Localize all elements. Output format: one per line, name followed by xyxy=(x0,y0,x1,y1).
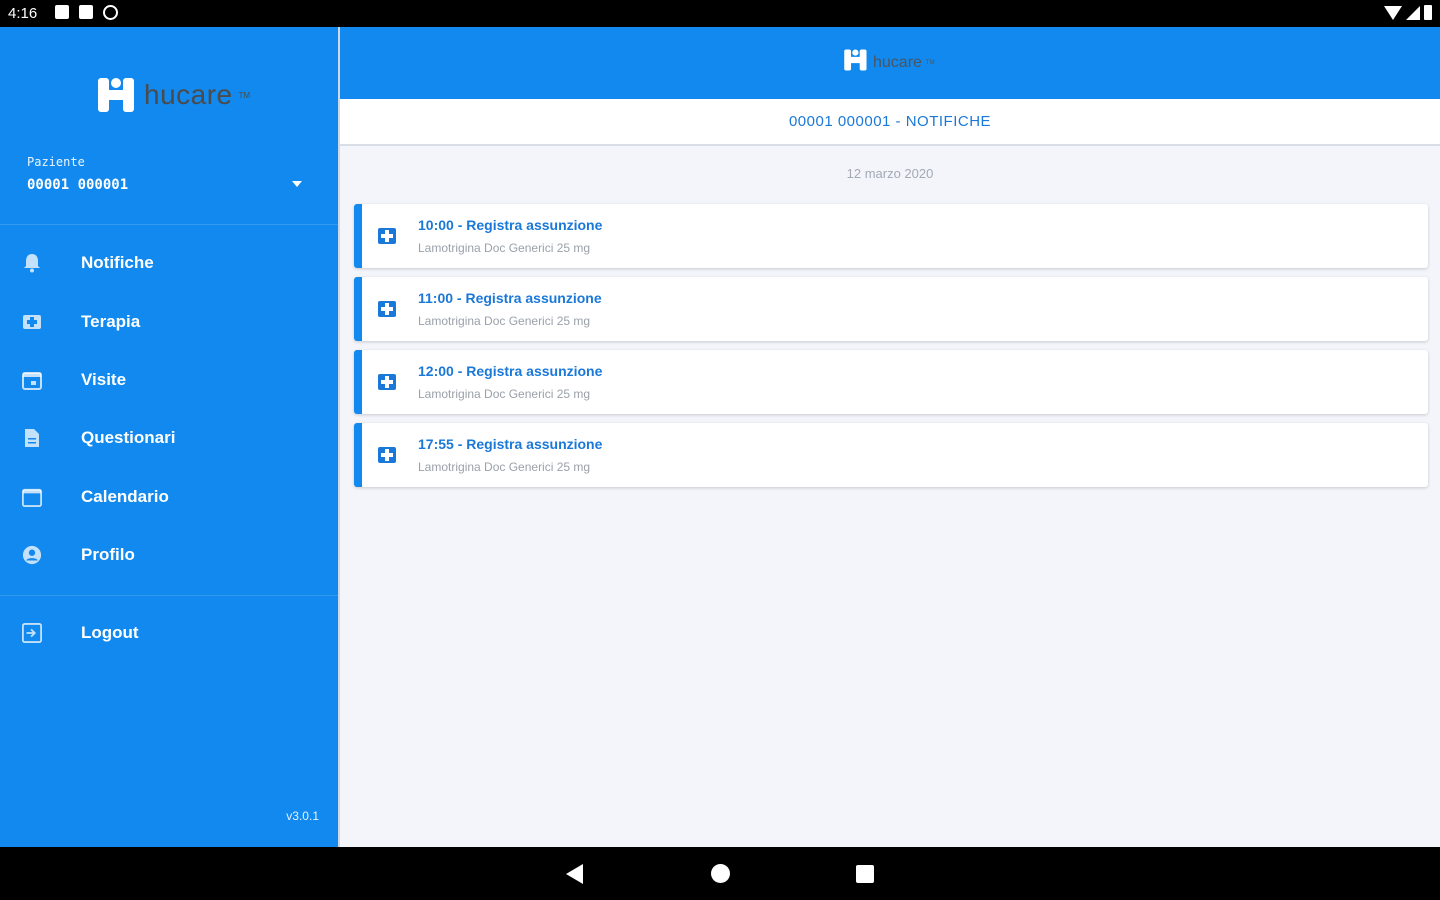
notification-card[interactable]: 12:00 - Registra assunzione Lamotrigina … xyxy=(354,350,1428,414)
system-navigation-bar xyxy=(0,847,1440,900)
menu-item-profilo[interactable]: Profilo xyxy=(0,526,338,584)
logo-trademark: TM xyxy=(238,90,251,100)
menu-item-visite[interactable]: Visite xyxy=(0,351,338,409)
menu-label: Notifiche xyxy=(81,253,154,273)
back-icon[interactable] xyxy=(566,864,583,884)
notification-title: 17:55 - Registra assunzione xyxy=(418,436,603,452)
hucare-logo-icon xyxy=(96,74,138,116)
patient-label: Paziente xyxy=(27,155,85,169)
wifi-icon xyxy=(1384,5,1402,20)
pill-icon xyxy=(22,312,42,332)
logout-icon xyxy=(22,623,42,643)
notification-app-icon xyxy=(55,5,69,19)
pill-icon xyxy=(376,225,398,247)
menu-item-notifiche[interactable]: Notifiche xyxy=(0,234,338,292)
logo-text: hucare xyxy=(144,79,233,110)
status-time: 4:16 xyxy=(8,5,38,22)
document-icon xyxy=(22,428,42,448)
page-header: 00001 000001 - NOTIFICHE xyxy=(340,99,1440,146)
logout-button[interactable]: Logout xyxy=(0,604,338,662)
appbar-logo-text: hucare xyxy=(873,53,922,71)
drawer-menu: Notifiche Terapia Visite Questionari Cal… xyxy=(0,234,338,584)
bell-icon xyxy=(22,253,42,273)
recent-apps-icon[interactable] xyxy=(856,865,874,883)
notification-card[interactable]: 17:55 - Registra assunzione Lamotrigina … xyxy=(354,423,1428,487)
notification-icons xyxy=(55,5,118,20)
notification-subtitle: Lamotrigina Doc Generici 25 mg xyxy=(418,387,591,401)
notification-title: 12:00 - Registra assunzione xyxy=(418,363,603,379)
notification-subtitle: Lamotrigina Doc Generici 25 mg xyxy=(418,241,591,255)
menu-item-calendario[interactable]: Calendario xyxy=(0,468,338,526)
appbar-logo: hucare TM xyxy=(843,47,935,78)
menu-label: Terapia xyxy=(81,311,141,331)
notification-card[interactable]: 11:00 - Registra assunzione Lamotrigina … xyxy=(354,277,1428,341)
app-version: v3.0.1 xyxy=(286,809,319,823)
main-panel: hucare TM 00001 000001 - NOTIFICHE 12 ma… xyxy=(338,27,1440,847)
patient-value: 00001 000001 xyxy=(27,177,129,193)
pill-icon xyxy=(376,444,398,466)
hucare-logo-icon xyxy=(843,47,869,78)
account-icon xyxy=(22,545,42,565)
notification-list: 10:00 - Registra assunzione Lamotrigina … xyxy=(354,204,1428,496)
drawer-divider xyxy=(0,224,338,225)
page-title: 00001 000001 - NOTIFICHE xyxy=(788,113,992,130)
sd-card-icon xyxy=(79,5,93,19)
calendar-visit-icon xyxy=(22,370,42,390)
date-label: 12 marzo 2020 xyxy=(846,166,934,181)
notification-title: 10:00 - Registra assunzione xyxy=(418,217,603,233)
notification-title: 11:00 - Registra assunzione xyxy=(418,290,602,306)
signal-icon xyxy=(1406,5,1420,20)
pill-icon xyxy=(376,371,398,393)
pill-icon xyxy=(376,298,398,320)
patient-selector[interactable]: Paziente 00001 000001 xyxy=(27,155,312,193)
status-bar: 4:16 xyxy=(0,0,1440,27)
notification-subtitle: Lamotrigina Doc Generici 25 mg xyxy=(418,314,591,328)
system-icons xyxy=(1384,5,1432,20)
app-bar: hucare TM xyxy=(340,27,1440,99)
menu-label: Calendario xyxy=(81,486,169,506)
menu-item-questionari[interactable]: Questionari xyxy=(0,409,338,467)
home-icon[interactable] xyxy=(711,864,730,883)
menu-item-terapia[interactable]: Terapia xyxy=(0,292,338,350)
menu-label: Questionari xyxy=(81,428,176,448)
calendar-icon xyxy=(22,487,42,507)
battery-icon xyxy=(1424,5,1432,20)
notification-card[interactable]: 10:00 - Registra assunzione Lamotrigina … xyxy=(354,204,1428,268)
notification-subtitle: Lamotrigina Doc Generici 25 mg xyxy=(418,460,591,474)
appbar-logo-trademark: TM xyxy=(925,59,935,66)
menu-label: Profilo xyxy=(81,545,135,565)
settings-app-icon xyxy=(103,5,118,20)
menu-label: Visite xyxy=(81,369,127,389)
hucare-logo: hucare TM xyxy=(96,74,250,116)
navigation-drawer: hucare TM Paziente 00001 000001 Notifich… xyxy=(0,27,338,847)
drawer-divider xyxy=(0,595,338,596)
chevron-down-icon[interactable] xyxy=(292,181,302,187)
logout-label: Logout xyxy=(81,623,139,642)
